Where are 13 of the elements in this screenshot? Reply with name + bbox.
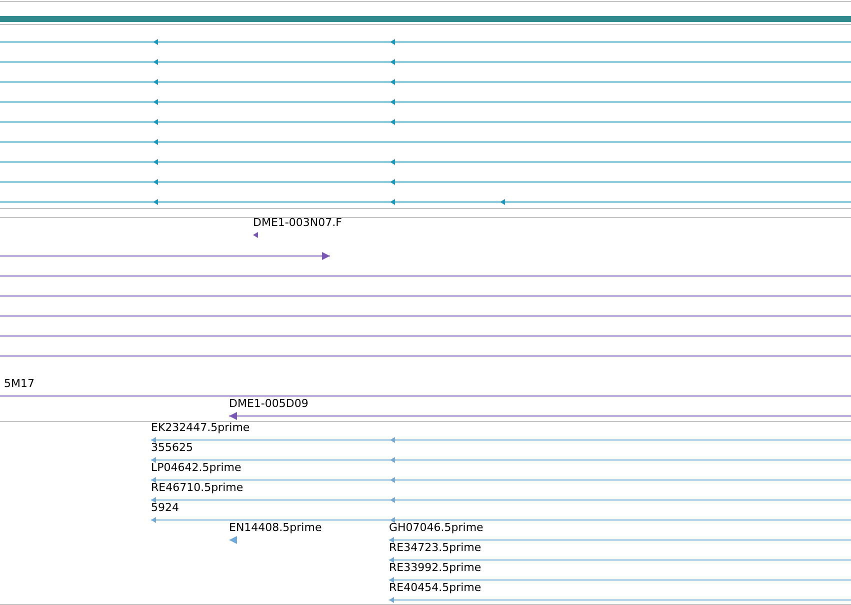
feature-label: EN14408.5prime: [229, 521, 322, 534]
feature-label: EK232447.5prime: [151, 421, 250, 434]
feature-label: LP04642.5prime: [151, 461, 242, 474]
feature-label: 355625: [151, 441, 193, 454]
feature-label: 5M17: [4, 377, 34, 390]
feature-label: RE34723.5prime: [389, 541, 482, 554]
feature-label: RE46710.5prime: [151, 481, 244, 494]
feature-label: DME1-003N07.F: [253, 216, 342, 229]
feature-label: RE40454.5prime: [389, 581, 482, 594]
feature-label: RE33992.5prime: [389, 561, 482, 574]
feature-label: 5924: [151, 501, 179, 514]
feature-label: GH07046.5prime: [389, 521, 484, 534]
feature-label: DME1-005D09: [229, 397, 308, 410]
